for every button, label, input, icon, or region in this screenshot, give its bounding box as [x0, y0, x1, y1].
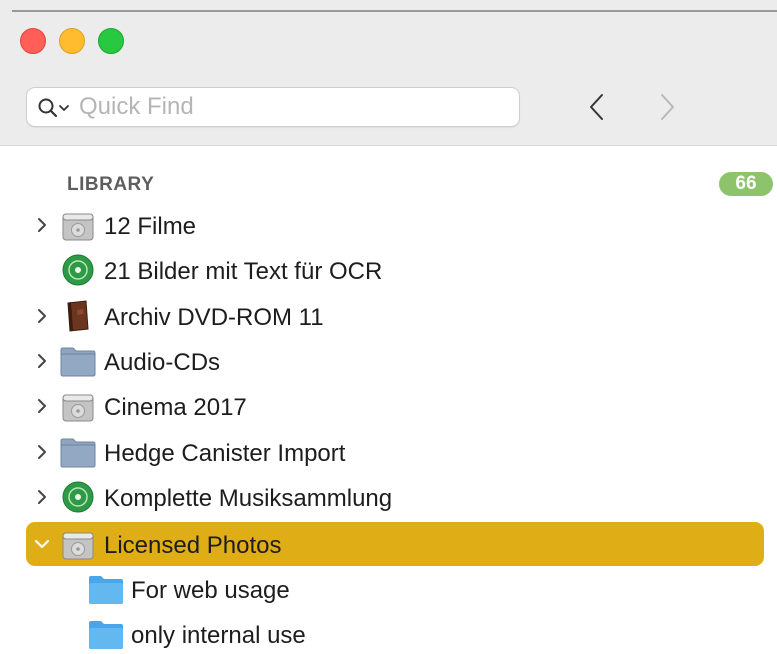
library-item-label: Audio-CDs [104, 349, 221, 376]
library-item-hedge-canister-import[interactable]: Hedge Canister Import [26, 432, 764, 472]
magnifier-icon[interactable] [37, 97, 75, 119]
chevron-right-icon[interactable] [32, 215, 52, 235]
blue-folder-icon [89, 576, 123, 604]
library-item-label: Hedge Canister Import [104, 440, 346, 467]
hard-drive-icon [62, 394, 94, 422]
library-item-licensed-photos[interactable]: Licensed Photos [26, 522, 764, 566]
chevron-right-icon[interactable] [32, 442, 52, 462]
library-item-label: Archiv DVD-ROM 11 [104, 304, 324, 331]
book-icon [67, 300, 89, 332]
library-item-komplette-musiksammlung[interactable]: Komplette Musiksammlung [26, 477, 764, 517]
window-top-edge [12, 10, 777, 12]
toolbar [0, 0, 777, 146]
close-window-button[interactable] [20, 28, 46, 54]
chevron-down-icon[interactable] [32, 534, 52, 554]
blue-folder-icon [89, 621, 123, 649]
library-section-title: LIBRARY [67, 174, 155, 195]
zoom-window-button[interactable] [98, 28, 124, 54]
library-item-audio-cds[interactable]: Audio-CDs [26, 341, 764, 381]
minimize-window-button[interactable] [59, 28, 85, 54]
hard-drive-icon [62, 532, 94, 560]
chevron-right-icon[interactable] [32, 351, 52, 371]
library-subitem-label: For web usage [131, 577, 290, 604]
library-item-label: Licensed Photos [104, 532, 282, 559]
library-item-21-bilder-ocr[interactable]: 21 Bilder mit Text für OCR [26, 250, 764, 290]
library-item-label: 12 Filme [104, 213, 197, 240]
library-item-label: 21 Bilder mit Text für OCR [104, 258, 383, 285]
library-subitem-label: only internal use [131, 622, 306, 649]
chevron-left-icon[interactable] [583, 92, 613, 122]
library-subitem-only-internal-use[interactable]: only internal use [26, 614, 764, 654]
library-item-cinema-2017[interactable]: Cinema 2017 [26, 386, 764, 426]
library-item-label: Komplette Musiksammlung [104, 485, 393, 512]
library-item-archiv-dvd-rom-11[interactable]: Archiv DVD-ROM 11 [26, 296, 764, 336]
quick-find-input[interactable] [79, 92, 509, 122]
gray-folder-icon [60, 347, 96, 377]
library-subitem-for-web-usage[interactable]: For web usage [26, 569, 764, 609]
hard-drive-icon [62, 213, 94, 241]
chevron-right-icon[interactable] [32, 487, 52, 507]
chevron-right-icon[interactable] [652, 92, 682, 122]
quick-find-search[interactable] [26, 87, 520, 127]
green-disc-icon [62, 481, 94, 513]
library-item-label: Cinema 2017 [104, 394, 247, 421]
green-disc-icon [62, 254, 94, 286]
library-count-badge: 66 [719, 172, 773, 196]
chevron-right-icon[interactable] [32, 396, 52, 416]
gray-folder-icon [60, 438, 96, 468]
library-item-12-filme[interactable]: 12 Filme [26, 205, 764, 245]
chevron-right-icon[interactable] [32, 306, 52, 326]
